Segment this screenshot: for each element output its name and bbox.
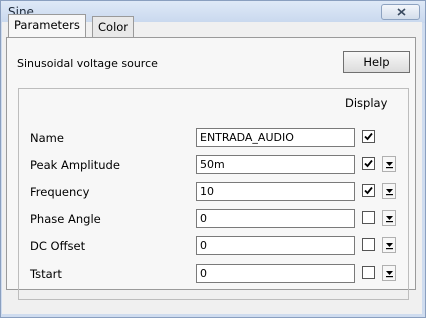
dropdown-arrow-icon	[386, 162, 393, 169]
display-checkbox-peak-amplitude[interactable]	[362, 157, 375, 170]
param-label-name: Name	[30, 131, 64, 145]
tab-parameters-label: Parameters	[14, 18, 80, 32]
tab-color[interactable]: Color	[92, 16, 135, 37]
param-label-phase-angle: Phase Angle	[30, 212, 101, 226]
dropdown-button-tstart[interactable]	[382, 265, 396, 281]
dropdown-arrow-icon	[386, 216, 393, 223]
param-label-tstart: Tstart	[30, 267, 62, 281]
close-icon	[397, 8, 406, 16]
display-checkbox-tstart[interactable]	[362, 266, 375, 279]
tab-parameters[interactable]: Parameters	[8, 14, 86, 37]
param-input-frequency[interactable]	[196, 182, 355, 201]
dropdown-button-phase-angle[interactable]	[382, 210, 396, 226]
checkmark-icon	[364, 186, 373, 195]
dropdown-button-peak-amplitude[interactable]	[382, 156, 396, 172]
display-checkbox-phase-angle[interactable]	[362, 211, 375, 224]
param-input-name[interactable]	[196, 128, 355, 147]
source-description: Sinusoidal voltage source	[17, 57, 158, 70]
checkmark-icon	[364, 159, 373, 168]
param-input-dc-offset[interactable]	[196, 236, 355, 255]
dropdown-button-frequency[interactable]	[382, 183, 396, 199]
param-label-frequency: Frequency	[30, 185, 90, 199]
param-label-peak-amplitude: Peak Amplitude	[30, 158, 120, 172]
help-button[interactable]: Help	[343, 51, 410, 73]
param-input-phase-angle[interactable]	[196, 209, 355, 228]
display-checkbox-name[interactable]	[362, 130, 375, 143]
param-label-dc-offset: DC Offset	[30, 239, 86, 253]
dropdown-arrow-icon	[386, 271, 393, 278]
display-column-header: Display	[345, 96, 388, 110]
dropdown-arrow-icon	[386, 189, 393, 196]
tab-color-label: Color	[98, 20, 129, 34]
param-input-tstart[interactable]	[196, 264, 355, 283]
dropdown-arrow-icon	[386, 243, 393, 250]
dropdown-button-dc-offset[interactable]	[382, 237, 396, 253]
checkmark-icon	[364, 132, 373, 141]
param-input-peak-amplitude[interactable]	[196, 155, 355, 174]
display-checkbox-dc-offset[interactable]	[362, 238, 375, 251]
close-button[interactable]	[381, 4, 420, 20]
display-checkbox-frequency[interactable]	[362, 184, 375, 197]
